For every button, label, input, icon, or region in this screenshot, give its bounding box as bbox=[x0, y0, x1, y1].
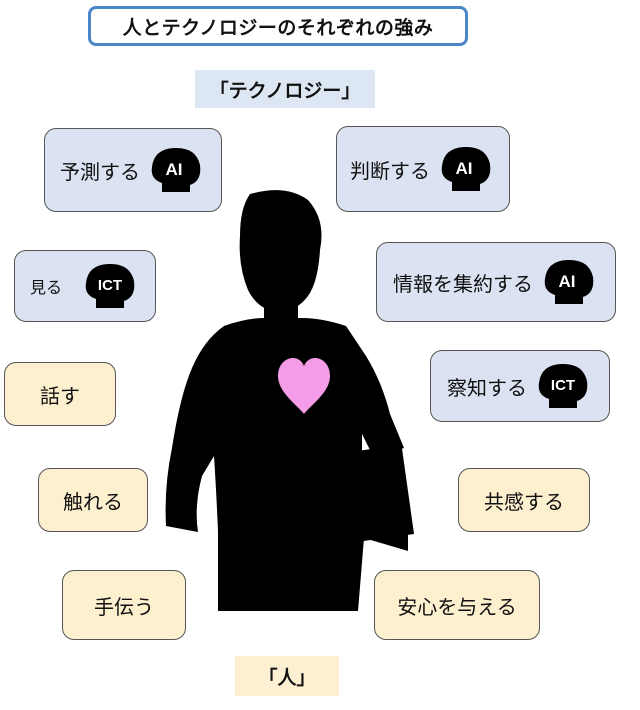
tech-box-label: 判断する bbox=[350, 158, 430, 183]
tech-box-see: 見る ICT bbox=[14, 250, 156, 322]
head-silhouette-icon: AI bbox=[537, 257, 599, 307]
head-silhouette-icon: ICT bbox=[531, 361, 593, 411]
tech-box-judge: 判断する AI bbox=[336, 126, 510, 212]
human-box-help: 手伝う bbox=[62, 570, 186, 640]
technology-label: 「テクノロジー」 bbox=[195, 70, 375, 108]
tech-box-label: 察知する bbox=[447, 375, 527, 400]
tech-box-label: 予測する bbox=[60, 159, 140, 184]
human-box-talk: 話す bbox=[4, 362, 116, 426]
human-box-reassure: 安心を与える bbox=[374, 570, 540, 640]
human-box-touch: 触れる bbox=[38, 468, 148, 532]
svg-text:ICT: ICT bbox=[551, 377, 575, 394]
human-box-label: 共感する bbox=[484, 489, 564, 514]
heart-icon bbox=[276, 356, 332, 416]
human-box-label: 触れる bbox=[63, 489, 123, 514]
svg-text:AI: AI bbox=[559, 272, 576, 291]
human-box-label: 安心を与える bbox=[397, 594, 517, 619]
svg-text:AI: AI bbox=[166, 160, 183, 179]
diagram-title: 人とテクノロジーのそれぞれの強み bbox=[88, 6, 468, 46]
human-box-label: 手伝う bbox=[94, 594, 154, 619]
human-label: 「人」 bbox=[235, 656, 339, 696]
head-silhouette-icon: AI bbox=[144, 145, 206, 195]
tech-box-label: 見る bbox=[29, 278, 62, 297]
human-box-label: 話す bbox=[40, 383, 80, 408]
human-box-empathize: 共感する bbox=[458, 468, 590, 532]
tech-box-aggregate: 情報を集約する AI bbox=[376, 242, 616, 322]
head-silhouette-icon: ICT bbox=[78, 261, 140, 311]
tech-box-predict: 予測する AI bbox=[44, 128, 222, 212]
svg-text:AI: AI bbox=[456, 159, 473, 178]
svg-text:ICT: ICT bbox=[98, 277, 122, 294]
tech-box-label: 情報を集約する bbox=[393, 271, 533, 296]
tech-box-detect: 察知する ICT bbox=[430, 350, 610, 422]
head-silhouette-icon: AI bbox=[434, 144, 496, 194]
